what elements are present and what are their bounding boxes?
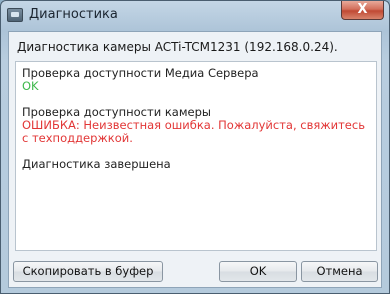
dialog-body: Диагностика камеры ACTi-TCM1231 (192.168… (8, 31, 382, 288)
monitor-icon (7, 8, 23, 22)
close-button[interactable]: X (341, 1, 384, 20)
log-camera-error: ОШИБКА: Неизвестная ошибка. Пожалуйста, … (22, 118, 369, 145)
log-media-check: Проверка доступности Медиа Сервера (22, 66, 259, 80)
window-title: Диагностика (29, 7, 118, 22)
title-bar[interactable]: Диагностика X (1, 1, 389, 31)
diagnostics-dialog: Диагностика X Диагностика камеры ACTi-TC… (0, 0, 390, 294)
cancel-button[interactable]: Отмена (301, 261, 378, 282)
dialog-subtitle: Диагностика камеры ACTi-TCM1231 (192.168… (17, 40, 338, 54)
diagnostics-log[interactable]: Проверка доступности Медиа Сервера OK Пр… (15, 61, 377, 251)
copy-to-clipboard-button[interactable]: Скопировать в буфер (13, 261, 163, 282)
ok-button[interactable]: OK (219, 261, 297, 282)
log-media-result: OK (22, 79, 39, 93)
log-done: Диагностика завершена (22, 157, 171, 171)
